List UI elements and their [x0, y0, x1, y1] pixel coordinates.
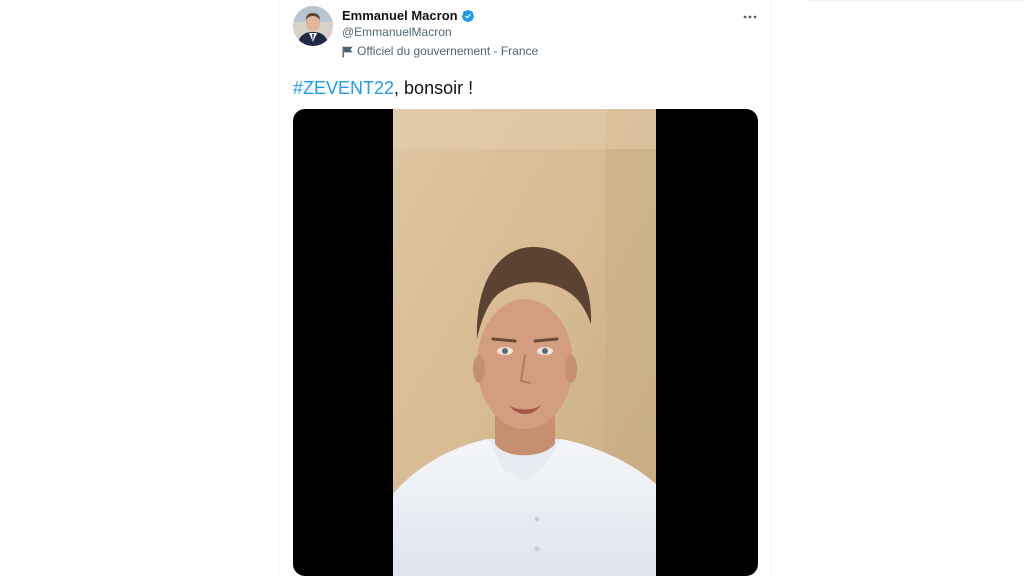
tweet-text: #ZEVENT22, bonsoir ! [293, 76, 473, 100]
author-display-name[interactable]: Emmanuel Macron [342, 7, 458, 25]
tweet[interactable]: Emmanuel Macron @EmmanuelMacron Officiel… [279, 0, 771, 576]
video-player[interactable] [293, 109, 758, 576]
tweet-text-body: , bonsoir ! [394, 78, 474, 98]
flag-icon [342, 45, 353, 58]
government-label-text: Officiel du gouvernement - France [357, 44, 539, 58]
video-thumbnail [393, 109, 656, 576]
avatar[interactable] [293, 6, 333, 46]
author-name-row: Emmanuel Macron [342, 7, 475, 25]
author-handle[interactable]: @EmmanuelMacron [342, 24, 452, 40]
more-options-button[interactable] [741, 6, 759, 24]
more-options-icon [743, 6, 757, 24]
government-label: Officiel du gouvernement - France [342, 43, 538, 59]
page: Emmanuel Macron @EmmanuelMacron Officiel… [0, 0, 1024, 576]
verified-badge-icon [461, 9, 475, 23]
column-border-right [771, 0, 772, 576]
sidebar-divider [808, 0, 1024, 1]
hashtag-link[interactable]: #ZEVENT22 [293, 78, 394, 98]
